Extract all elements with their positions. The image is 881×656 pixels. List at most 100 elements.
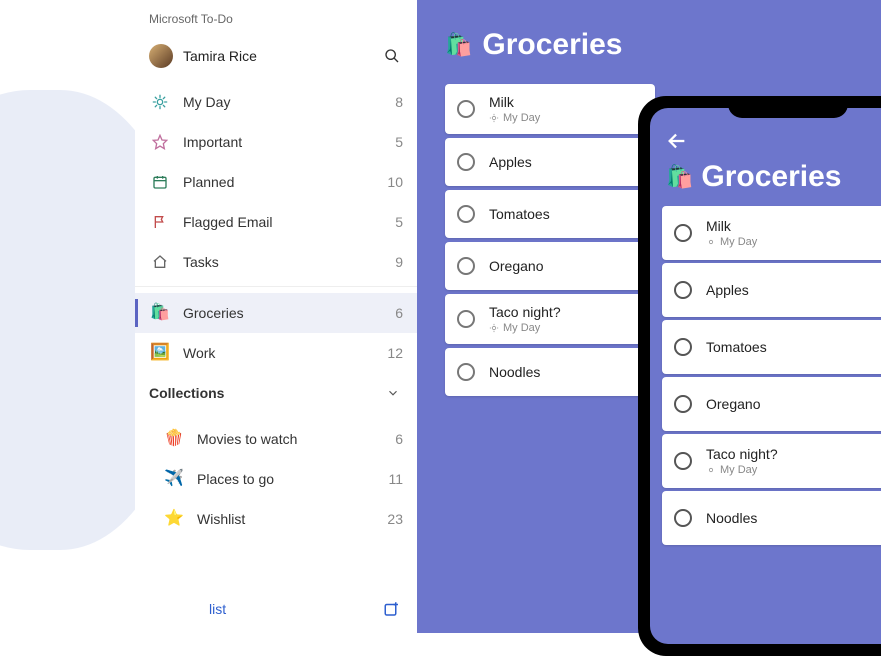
sidebar-item-work[interactable]: 🖼️ Work 12 [135,333,417,373]
profile-row[interactable]: Tamira Rice [135,36,417,76]
task-title: Noodles [489,364,540,380]
sidebar-item-label: Flagged Email [183,214,395,230]
new-list-bar[interactable]: list [135,585,417,633]
search-icon [382,46,402,66]
phone-title: Groceries [701,160,841,194]
task-sub: My Day [706,236,757,248]
collections-header[interactable]: Collections [135,373,417,413]
new-group-button[interactable] [381,598,403,620]
sidebar-item-label: Important [183,134,395,150]
phone-screen: 🛍️ Groceries Milk My Day Apples Tomatoes [650,108,881,644]
calendar-icon [149,174,171,190]
panel-header: 🛍️ Groceries [445,28,881,62]
collection-item-count: 11 [388,471,403,487]
sidebar-item-groceries[interactable]: 🛍️ Groceries 6 [135,293,417,333]
sidebar-item-count: 9 [395,254,403,270]
task-title: Oregano [489,258,543,274]
task-row[interactable]: Tomatoes [445,190,655,238]
task-title: Apples [706,282,749,298]
phone-mockup: 🛍️ Groceries Milk My Day Apples Tomatoes [638,96,881,656]
avatar [149,44,173,68]
collection-item-places[interactable]: ✈️ Places to go 11 [135,459,417,499]
task-row[interactable]: Apples [445,138,655,186]
work-icon: 🖼️ [149,345,171,361]
task-checkbox[interactable] [674,281,692,299]
task-row[interactable]: Oregano [662,377,881,431]
collection-item-label: Movies to watch [197,431,395,447]
flag-icon [149,214,171,230]
task-title: Taco night? [706,446,778,462]
popcorn-icon: 🍿 [163,431,185,447]
task-checkbox[interactable] [457,153,475,171]
task-checkbox[interactable] [457,310,475,328]
task-sub: My Day [706,464,778,476]
task-row[interactable]: Milk My Day [662,206,881,260]
task-checkbox[interactable] [457,100,475,118]
sidebar-item-count: 8 [395,94,403,110]
task-checkbox[interactable] [674,395,692,413]
collection-item-wishlist[interactable]: ⭐ Wishlist 23 [135,499,417,539]
task-row[interactable]: Tomatoes [662,320,881,374]
sidebar-item-label: Planned [183,174,387,190]
profile-name: Tamira Rice [183,48,381,64]
task-sub: My Day [489,112,540,124]
airplane-icon: ✈️ [163,471,185,487]
task-title: Taco night? [489,304,561,320]
task-title: Tomatoes [706,339,767,355]
collection-item-count: 23 [387,511,403,527]
search-button[interactable] [381,45,403,67]
sidebar-item-planned[interactable]: Planned 10 [135,162,417,202]
task-checkbox[interactable] [457,257,475,275]
phone-task-list: Milk My Day Apples Tomatoes Oregano Taco… [650,206,881,545]
sidebar: Microsoft To-Do Tamira Rice My Day 8 Imp… [135,0,417,633]
sidebar-item-flagged-email[interactable]: Flagged Email 5 [135,202,417,242]
sidebar-item-my-day[interactable]: My Day 8 [135,82,417,122]
shopping-bag-icon: 🛍️ [445,34,472,57]
shopping-bag-icon: 🛍️ [149,305,171,321]
sidebar-item-label: My Day [183,94,395,110]
sidebar-item-tasks[interactable]: Tasks 9 [135,242,417,282]
task-checkbox[interactable] [674,452,692,470]
collection-item-label: Wishlist [197,511,387,527]
star-icon [149,134,171,150]
sidebar-item-important[interactable]: Important 5 [135,122,417,162]
task-checkbox[interactable] [674,224,692,242]
sun-icon [149,94,171,110]
panel-title: Groceries [482,28,622,62]
home-icon [149,254,171,270]
task-row[interactable]: Milk My Day [445,84,655,134]
phone-notch [728,96,848,118]
task-row[interactable]: Noodles [662,491,881,545]
collections-label: Collections [149,385,383,401]
task-sub: My Day [489,322,561,334]
divider [135,286,417,287]
sidebar-item-label: Groceries [183,305,395,321]
app-title: Microsoft To-Do [135,6,417,36]
sidebar-item-count: 10 [387,174,403,190]
custom-lists: 🛍️ Groceries 6 🖼️ Work 12 [135,293,417,373]
task-row[interactable]: Oregano [445,242,655,290]
task-checkbox[interactable] [674,338,692,356]
task-row[interactable]: Taco night? My Day [445,294,655,344]
new-list-label: list [209,601,381,617]
collections-list: 🍿 Movies to watch 6 ✈️ Places to go 11 ⭐… [135,419,417,539]
task-row[interactable]: Taco night? My Day [662,434,881,488]
task-checkbox[interactable] [457,363,475,381]
task-checkbox[interactable] [674,509,692,527]
wish-star-icon: ⭐ [163,511,185,527]
sidebar-item-count: 5 [395,134,403,150]
sidebar-item-count: 6 [395,305,403,321]
collection-item-movies[interactable]: 🍿 Movies to watch 6 [135,419,417,459]
task-title: Milk [706,218,757,234]
chevron-down-icon [383,383,403,403]
task-title: Oregano [706,396,760,412]
task-title: Tomatoes [489,206,550,222]
shopping-bag-icon: 🛍️ [666,166,693,189]
sidebar-item-label: Tasks [183,254,395,270]
sidebar-item-label: Work [183,345,387,361]
collection-item-label: Places to go [197,471,388,487]
task-row[interactable]: Apples [662,263,881,317]
task-checkbox[interactable] [457,205,475,223]
task-row[interactable]: Noodles [445,348,655,396]
smart-lists: My Day 8 Important 5 Planned 10 Flagged … [135,82,417,282]
